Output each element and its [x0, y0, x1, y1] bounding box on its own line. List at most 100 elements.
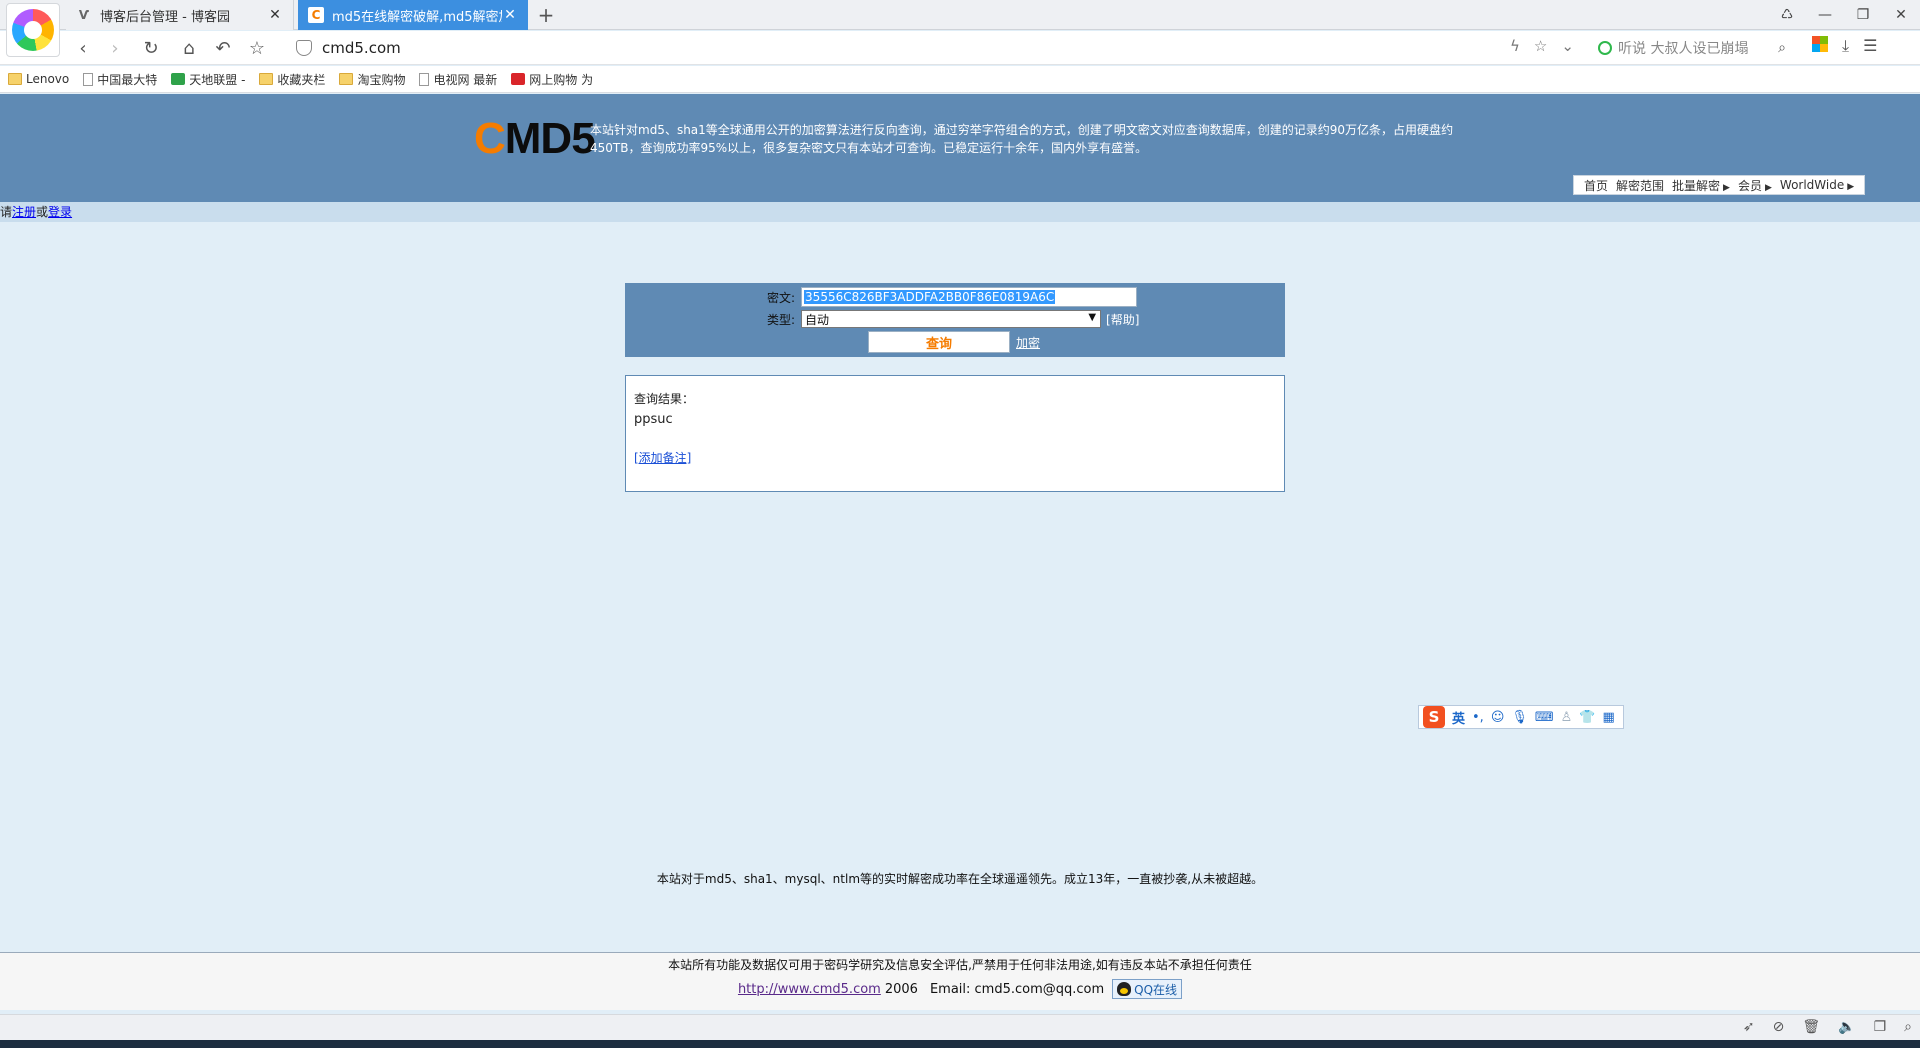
search-placeholder: 听说 大叔人设已崩塌	[1618, 41, 1749, 57]
search-input[interactable]: 听说 大叔人设已崩塌 ⌕	[1598, 36, 1786, 60]
menu-item-scope[interactable]: 解密范围	[1616, 177, 1664, 194]
microphone-icon[interactable]: 🎙	[1511, 710, 1528, 725]
reload-icon[interactable]: ↻	[138, 36, 164, 60]
search-icon[interactable]: ⌕	[1778, 40, 1786, 56]
punctuation-icon[interactable]: •,	[1472, 710, 1484, 725]
tab-cnblogs[interactable]: Ѵ 博客后台管理 - 博客园 ✕	[66, 0, 294, 30]
qq-penguin-icon	[1117, 982, 1132, 996]
back-icon[interactable]: ‹	[70, 36, 96, 60]
result-box: 查询结果： ppsuc [添加备注]	[625, 375, 1285, 492]
tab-cmd5[interactable]: C md5在线解密破解,md5解密加密 ✕	[298, 0, 528, 30]
bookmarks-bar: Lenovo 中国最大特 天地联盟 - 收藏夹栏 淘宝购物 电视网 最新 网上购…	[0, 66, 1920, 93]
type-label: 类型:	[767, 312, 796, 327]
skin-icon[interactable]: ♺	[1768, 0, 1806, 30]
bookmark-item[interactable]: 淘宝购物	[339, 71, 405, 88]
cmd5-icon: C	[308, 7, 324, 23]
menu-item-member[interactable]: 会员 ▶	[1738, 177, 1772, 194]
window-controls: ♺ — ❐ ✕	[1768, 0, 1920, 30]
ime-toolbar: S 英 •, ☺ 🎙 ⌨ ♙ 👕 ▦	[1418, 705, 1624, 729]
add-note-link[interactable]: [添加备注]	[634, 451, 691, 465]
cipher-row: 密文: 35556C826BF3ADDFA2BB0F86E0819A6C	[767, 287, 1138, 307]
close-icon[interactable]: ✕	[502, 7, 518, 23]
encrypt-link[interactable]: 加密	[1016, 334, 1040, 351]
tab-title: 博客后台管理 - 博客园	[100, 9, 230, 25]
ime-mode[interactable]: 英	[1452, 708, 1465, 727]
site-url-link[interactable]: http://www.cmd5.com	[738, 982, 881, 997]
site-icon	[171, 73, 186, 85]
dropdown-icon[interactable]: ⌄	[1561, 37, 1574, 55]
bookmark-item[interactable]: 中国最大特	[83, 71, 157, 88]
arrow-right-icon: ▶	[1847, 182, 1855, 192]
slogan-text: 本站对于md5、sha1、mysql、ntlm等的实时解密成功率在全球遥遥领先。…	[656, 872, 1264, 886]
undo-icon[interactable]: ↶	[210, 36, 236, 60]
zoom-icon[interactable]: ⌕	[1904, 1019, 1912, 1035]
shield-check-icon[interactable]: ⊘	[1773, 1019, 1785, 1035]
cipher-input[interactable]: 35556C826BF3ADDFA2BB0F86E0819A6C	[801, 287, 1138, 307]
close-window-icon[interactable]: ✕	[1882, 0, 1920, 30]
window-icon[interactable]: ❐	[1874, 1019, 1887, 1035]
emoji-icon[interactable]: ☺	[1491, 710, 1505, 725]
restore-icon[interactable]: ❐	[1844, 0, 1882, 30]
minimize-icon[interactable]: —	[1806, 0, 1844, 30]
arrow-right-icon: ▶	[1764, 182, 1772, 193]
menu-item-batch[interactable]: 批量解密 ▶	[1672, 177, 1730, 194]
browser-logo-icon[interactable]	[6, 3, 60, 57]
result-label: 查询结果：	[634, 392, 695, 406]
navigation-bar: ‹ › ↻ ⌂ ↶ ☆ cmd5.com ϟ ☆ ⌄ 听说 大叔人设已崩塌 ⌕ …	[0, 31, 1920, 65]
lightning-icon[interactable]: ϟ	[1510, 37, 1520, 55]
bookmark-item[interactable]: 网上购物 为	[511, 71, 593, 88]
help-link[interactable]: [帮助]	[1106, 311, 1139, 328]
bookmark-star-icon[interactable]: ☆	[1534, 37, 1547, 55]
disclaimer: 本站所有功能及数据仅可用于密码学研究及信息安全评估,严禁用于任何非法用途,如有违…	[668, 958, 1252, 972]
volume-icon[interactable]: 🔈	[1838, 1019, 1855, 1035]
skin-shirt-icon[interactable]: 👕	[1579, 710, 1595, 725]
site-footer: 本站所有功能及数据仅可用于密码学研究及信息安全评估,严禁用于任何非法用途,如有违…	[0, 952, 1920, 1010]
register-link[interactable]: 注册	[12, 205, 36, 219]
footer-year: 2006	[884, 981, 918, 997]
apps-icon[interactable]	[1812, 36, 1828, 52]
menu-item-worldwide[interactable]: WorldWide ▶	[1780, 178, 1854, 192]
forward-icon[interactable]: ›	[102, 36, 128, 60]
type-row: 类型: 自动 ▼ [帮助]	[767, 310, 1139, 328]
folder-icon	[8, 73, 22, 85]
menu-item-home[interactable]: 首页	[1584, 177, 1608, 194]
address-url: cmd5.com	[322, 39, 401, 57]
user-icon[interactable]: ♙	[1561, 710, 1573, 725]
bookmark-item[interactable]: 电视网 最新	[419, 71, 497, 88]
close-icon[interactable]: ✕	[267, 7, 283, 23]
bookmark-item[interactable]: 天地联盟 -	[171, 71, 245, 88]
shield-icon	[296, 40, 312, 56]
query-button[interactable]: 查询	[868, 331, 1010, 353]
folder-icon	[259, 73, 274, 85]
site-header: CMD5 本站针对md5、sha1等全球通用公开的加密算法进行反向查询，通过穷举…	[0, 94, 1920, 202]
trash-icon[interactable]: 🗑	[1802, 1019, 1820, 1035]
home-icon[interactable]: ⌂	[176, 36, 202, 60]
toolbar-icons: ⤓ ☰	[1812, 36, 1877, 56]
toolbox-icon[interactable]: ▦	[1603, 710, 1615, 725]
bookmark-item[interactable]: 收藏夹栏	[259, 71, 325, 88]
cnblogs-icon: Ѵ	[78, 8, 90, 22]
sogou-logo-icon[interactable]: S	[1423, 706, 1445, 728]
page-icon	[83, 72, 94, 86]
folder-icon	[339, 73, 354, 85]
status-bar: ➶ ⊘ 🗑 🔈 ❐ ⌕	[0, 1014, 1920, 1040]
type-select[interactable]: 自动 ▼	[801, 310, 1102, 328]
rocket-icon[interactable]: ➶	[1743, 1019, 1755, 1035]
keyboard-icon[interactable]: ⌨	[1535, 710, 1554, 725]
download-icon[interactable]: ⤓	[1842, 36, 1849, 56]
top-menu: 首页 解密范围 批量解密 ▶ 会员 ▶ WorldWide ▶	[1573, 175, 1866, 195]
favorite-star-icon[interactable]: ☆	[244, 36, 270, 60]
search-engine-icon	[1598, 41, 1612, 55]
login-link[interactable]: 登录	[48, 205, 72, 219]
new-tab-button[interactable]: +	[536, 3, 556, 27]
footer-email: Email: cmd5.com@qq.com	[929, 981, 1105, 997]
status-icons: ➶ ⊘ 🗑 🔈 ❐ ⌕	[1743, 1019, 1912, 1035]
address-bar[interactable]: cmd5.com	[296, 35, 1576, 61]
site-logo[interactable]: CMD5	[474, 114, 596, 164]
qq-online-button[interactable]: QQ在线	[1112, 979, 1183, 999]
login-bar: 请注册或登录	[0, 202, 1920, 222]
bookmark-item[interactable]: Lenovo	[8, 72, 69, 86]
dropdown-arrow-icon: ▼	[1088, 312, 1097, 323]
query-panel: 密文: 35556C826BF3ADDFA2BB0F86E0819A6C 类型:…	[625, 283, 1285, 357]
menu-icon[interactable]: ☰	[1863, 36, 1877, 56]
